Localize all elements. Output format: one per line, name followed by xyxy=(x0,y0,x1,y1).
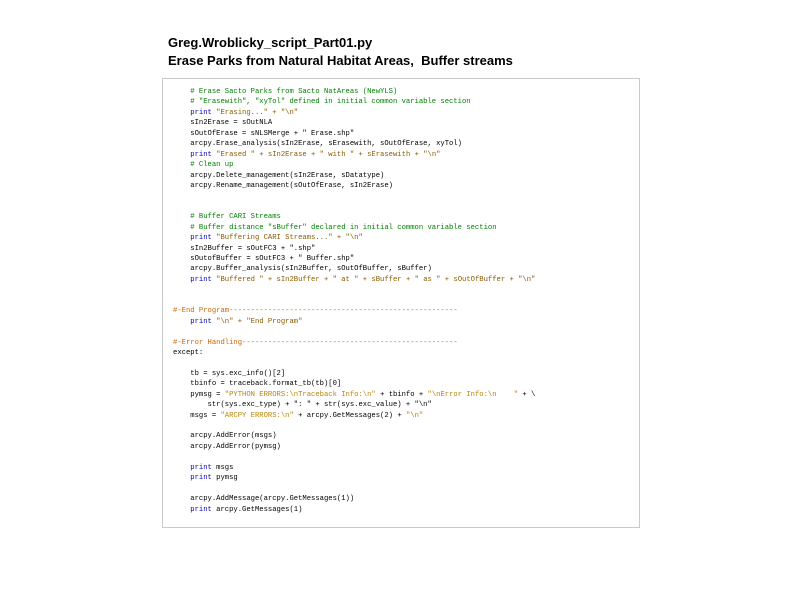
code-line: arcpy.Erase_analysis(sIn2Erase, sErasewi… xyxy=(190,140,462,148)
code-block: # Erase Sacto Parks from Sacto NatAreas … xyxy=(173,87,629,515)
code-line: sOutofBuffer = sOutFC3 + " Buffer.shp" xyxy=(190,255,354,263)
code-line: + tbinfo + xyxy=(376,391,428,399)
code-section: #-Error Handling------------------------… xyxy=(173,339,458,347)
code-line: + \ xyxy=(518,391,535,399)
title-line-2: Erase Parks from Natural Habitat Areas, … xyxy=(168,52,513,70)
code-section: #-End Program---------------------------… xyxy=(173,307,458,315)
code-keyword: print xyxy=(190,151,212,159)
code-comment: # Buffer distance "sBuffer" declared in … xyxy=(190,224,496,232)
code-line: tb = sys.exc_info()[2] xyxy=(190,370,285,378)
code-line: except: xyxy=(173,349,203,357)
code-line: tbinfo = traceback.format_tb(tb)[0] xyxy=(190,380,341,388)
code-line: sOutOfErase = sNLSMerge + " Erase.shp" xyxy=(190,130,354,138)
code-keyword: print xyxy=(190,464,212,472)
code-screenshot: # Erase Sacto Parks from Sacto NatAreas … xyxy=(162,78,640,528)
code-string: "ARCPY ERRORS:\n" xyxy=(220,412,293,420)
code-comment: # "Erasewith", "xyTol" defined in initia… xyxy=(190,98,470,106)
code-line: arcpy.AddError(msgs) xyxy=(190,432,276,440)
code-line: arcpy.Buffer_analysis(sIn2Buffer, sOutOf… xyxy=(190,265,432,273)
slide: Greg.Wroblicky_script_Part01.py Erase Pa… xyxy=(0,0,794,595)
code-string: "Erasing..." + "\n" xyxy=(212,109,298,117)
code-string: "\n" xyxy=(406,412,423,420)
code-string: "\n" + "End Program" xyxy=(212,318,303,326)
code-string: "Buffering CARI Streams..." + "\n" xyxy=(212,234,363,242)
code-keyword: print xyxy=(190,506,212,514)
code-string: "Erased " + sIn2Erase + " with " + sEras… xyxy=(212,151,441,159)
code-string: "Buffered " + sIn2Buffer + " at " + sBuf… xyxy=(212,276,536,284)
code-comment: # Erase Sacto Parks from Sacto NatAreas … xyxy=(190,88,397,96)
code-line: arcpy.GetMessages(1) xyxy=(212,506,303,514)
code-keyword: print xyxy=(190,109,212,117)
code-line: pymsg xyxy=(212,474,238,482)
code-keyword: print xyxy=(190,474,212,482)
code-string: "PYTHON ERRORS:\nTraceback Info:\n" xyxy=(225,391,376,399)
code-comment: # Clean up xyxy=(190,161,233,169)
code-keyword: print xyxy=(190,318,212,326)
code-line: arcpy.Delete_management(sIn2Erase, sData… xyxy=(190,172,384,180)
code-line: msgs = xyxy=(190,412,220,420)
code-keyword: print xyxy=(190,234,212,242)
code-line: msgs xyxy=(212,464,234,472)
slide-title: Greg.Wroblicky_script_Part01.py Erase Pa… xyxy=(168,34,513,69)
code-line: sIn2Buffer = sOutFC3 + ".shp" xyxy=(190,245,315,253)
code-line: arcpy.AddMessage(arcpy.GetMessages(1)) xyxy=(190,495,354,503)
code-keyword: print xyxy=(190,276,212,284)
code-line: str(sys.exc_type) + ": " + str(sys.exc_v… xyxy=(190,401,432,409)
code-string: "\nError Info:\n " xyxy=(428,391,519,399)
code-line: arcpy.Rename_management(sOutOfErase, sIn… xyxy=(190,182,393,190)
code-line: arcpy.AddError(pymsg) xyxy=(190,443,281,451)
code-line: + arcpy.GetMessages(2) + xyxy=(294,412,406,420)
code-line: pymsg = xyxy=(190,391,225,399)
title-line-1: Greg.Wroblicky_script_Part01.py xyxy=(168,34,513,52)
code-comment: # Buffer CARI Streams xyxy=(190,213,281,221)
code-line: sIn2Erase = sOutNLA xyxy=(190,119,272,127)
